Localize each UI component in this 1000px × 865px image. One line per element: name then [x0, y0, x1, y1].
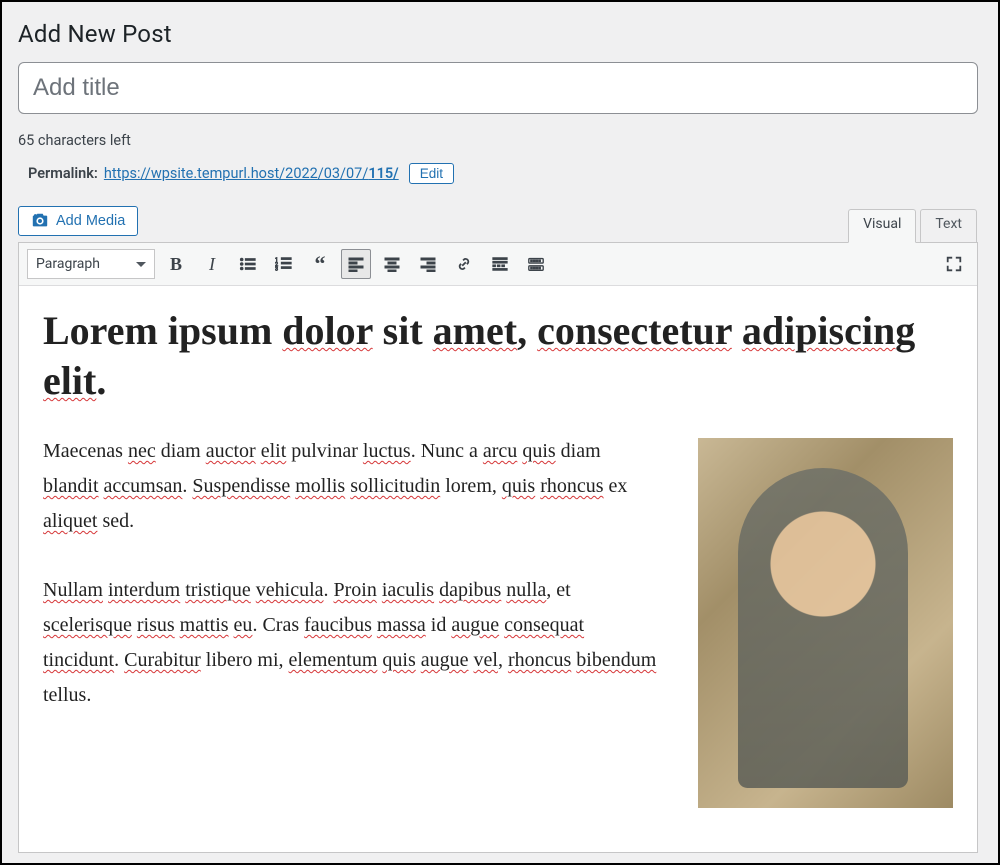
permalink-url: https://wpsite.tempurl.host/2022/03/07/ [104, 165, 368, 182]
ol-button[interactable]: 123 [269, 249, 299, 279]
blockquote-button[interactable]: “ [305, 249, 335, 279]
align-right-icon [420, 256, 436, 272]
tab-text[interactable]: Text [920, 209, 977, 243]
editor-content[interactable]: Lorem ipsum dolor sit amet, consectetur … [19, 286, 977, 852]
format-select-value: Paragraph [36, 256, 100, 272]
editor-toolbar: Paragraph B I 123 “ [19, 243, 977, 286]
align-center-icon [384, 256, 400, 272]
chevron-down-icon [136, 262, 146, 267]
page-title: Add New Post [18, 20, 978, 48]
svg-text:3: 3 [275, 266, 278, 272]
link-icon [455, 255, 473, 273]
fullscreen-icon [945, 255, 963, 273]
tab-visual[interactable]: Visual [848, 209, 916, 243]
ul-button[interactable] [233, 249, 263, 279]
align-center-button[interactable] [377, 249, 407, 279]
post-image[interactable] [698, 434, 953, 808]
permalink-slug: 115/ [368, 165, 398, 182]
toolbar-toggle-icon [527, 255, 545, 273]
post-body-text[interactable]: Maecenas nec diam auctor elit pulvinar l… [43, 434, 658, 808]
align-right-button[interactable] [413, 249, 443, 279]
editor-tabs: Visual Text [18, 208, 978, 242]
image-placeholder [698, 438, 953, 808]
toolbar-toggle-button[interactable] [521, 249, 551, 279]
format-select[interactable]: Paragraph [27, 249, 155, 279]
readmore-button[interactable] [485, 249, 515, 279]
link-button[interactable] [449, 249, 479, 279]
paragraph-1[interactable]: Maecenas nec diam auctor elit pulvinar l… [43, 434, 658, 539]
align-left-icon [348, 256, 364, 272]
align-left-button[interactable] [341, 249, 371, 279]
permalink-edit-button[interactable]: Edit [409, 163, 454, 184]
char-counter: 65 characters left [18, 132, 978, 149]
editor-wrap: Paragraph B I 123 “ [18, 242, 978, 853]
permalink-row: Permalink: https://wpsite.tempurl.host/2… [28, 163, 978, 184]
permalink-label: Permalink: [28, 165, 98, 182]
fullscreen-button[interactable] [939, 249, 969, 279]
readmore-icon [491, 255, 509, 273]
list-ol-icon: 123 [275, 255, 293, 273]
bold-button[interactable]: B [161, 249, 191, 279]
paragraph-2[interactable]: Nullam interdum tristique vehicula. Proi… [43, 573, 658, 713]
post-heading[interactable]: Lorem ipsum dolor sit amet, consectetur … [43, 306, 953, 406]
italic-button[interactable]: I [197, 249, 227, 279]
list-ul-icon [239, 255, 257, 273]
post-title-input[interactable] [18, 62, 978, 114]
permalink-link[interactable]: https://wpsite.tempurl.host/2022/03/07/1… [104, 165, 399, 182]
